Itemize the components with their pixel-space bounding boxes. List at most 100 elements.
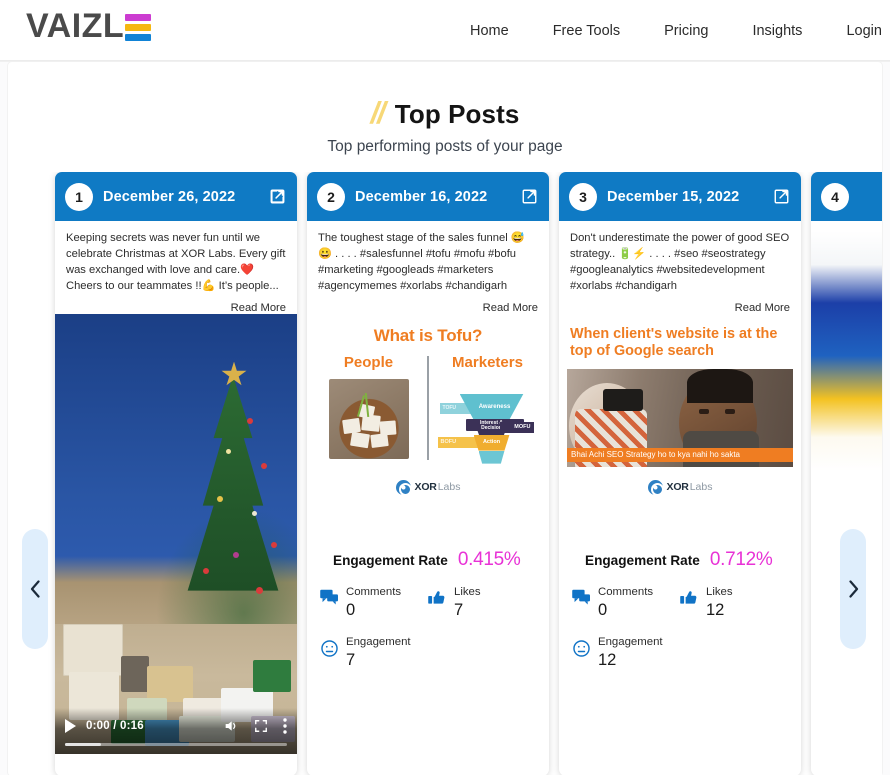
- funnel-label-awareness: Awareness: [478, 404, 511, 411]
- metric-engagement: Engagement 12: [572, 635, 680, 671]
- nav-item-login[interactable]: Login: [846, 23, 881, 39]
- graphic-column-label: People: [343, 353, 394, 371]
- xorlabs-bold-text: XOR: [666, 481, 689, 494]
- engagement-face-icon: [320, 639, 339, 663]
- metric-value: 12: [598, 650, 617, 669]
- chevron-left-icon: [30, 580, 40, 598]
- xorlabs-logo: XOR Labs: [567, 479, 793, 496]
- nav-item-insights[interactable]: Insights: [752, 23, 802, 39]
- top-navigation-bar: VAIZL Home Free Tools Pricing Insights L…: [0, 0, 890, 61]
- graphic-title: When client's website is at the top of G…: [570, 325, 778, 359]
- post-card-body: [811, 221, 882, 231]
- post-graphic: What is Tofu? People Marketers TOFU Awar…: [307, 313, 549, 539]
- funnel-label-mofu: MOFU: [499, 421, 534, 433]
- metric-label: Likes: [706, 585, 733, 598]
- graphic-column-marketers: Marketers TOFU Awareness Interest & Deci…: [434, 354, 541, 467]
- engagement-rate-label: Engagement Rate: [333, 552, 448, 568]
- metric-value: 12: [706, 600, 725, 619]
- top-posts-carousel: 1 December 26, 2022 Keeping secrets was …: [8, 172, 882, 775]
- post-card-header: 1 December 26, 2022: [55, 172, 297, 221]
- metric-label: Engagement: [346, 635, 411, 648]
- post-date: December 15, 2022: [607, 188, 740, 205]
- carousel-track: 1 December 26, 2022 Keeping secrets was …: [55, 172, 882, 775]
- engagement-rate-value: 0.712%: [709, 548, 773, 570]
- section-heading: // Top Posts Top performing posts of you…: [8, 95, 882, 156]
- read-more-link[interactable]: Read More: [66, 302, 286, 314]
- video-time: 0:00 / 0:16: [86, 719, 144, 732]
- nav-item-pricing[interactable]: Pricing: [664, 23, 708, 39]
- brand-logo-bars-icon: [125, 14, 152, 41]
- post-rank-badge: 2: [317, 182, 345, 211]
- xorlabs-bold-text: XOR: [414, 481, 437, 494]
- funnel-label-action: Action: [482, 439, 501, 446]
- metric-label: Engagement: [598, 635, 663, 648]
- metric-value: 7: [454, 600, 464, 619]
- heading-slashes-icon: //: [370, 95, 386, 130]
- external-link-icon[interactable]: [773, 188, 790, 205]
- marketing-funnel-diagram: TOFU Awareness Interest & Decision MOFU …: [437, 381, 534, 467]
- xorlabs-light-text: Labs: [689, 481, 713, 494]
- page-subtitle: Top performing posts of your page: [327, 138, 563, 155]
- graphic-column-people: People: [315, 354, 422, 467]
- nav-item-free-tools[interactable]: Free Tools: [553, 23, 620, 39]
- more-options-icon[interactable]: [283, 717, 287, 734]
- xorlabs-mark-icon: [647, 479, 664, 496]
- engagement-rate-value: 0.415%: [457, 548, 521, 570]
- brand-logo-text: VAIZL: [26, 7, 125, 45]
- post-card-body: The toughest stage of the sales funnel 😅…: [307, 221, 549, 314]
- metric-value: 0: [346, 600, 356, 619]
- external-link-icon[interactable]: [269, 188, 286, 205]
- video-progress-bar[interactable]: [65, 742, 287, 746]
- graphic-divider: [427, 355, 429, 460]
- post-card[interactable]: 2 December 16, 2022 The toughest stage o…: [307, 172, 549, 775]
- external-link-icon[interactable]: [521, 188, 538, 205]
- brand-logo[interactable]: VAIZL: [26, 7, 152, 45]
- carousel-next-button[interactable]: [840, 529, 866, 649]
- post-video[interactable]: 0:00 / 0:16: [55, 313, 297, 754]
- video-controls[interactable]: 0:00 / 0:16: [55, 707, 297, 754]
- post-rank-badge: 3: [569, 182, 597, 211]
- engagement-rate-label: Engagement Rate: [585, 552, 700, 568]
- xorlabs-light-text: Labs: [437, 481, 461, 494]
- video-frame-image: [55, 313, 297, 754]
- metric-label: Comments: [346, 585, 402, 598]
- play-button[interactable]: [65, 718, 76, 733]
- post-text: The toughest stage of the sales funnel 😅…: [318, 232, 525, 292]
- graphic-column-label: Marketers: [452, 353, 523, 371]
- content-panel: // Top Posts Top performing posts of you…: [8, 62, 882, 775]
- nav-links: Home Free Tools Pricing Insights Login: [470, 0, 882, 61]
- chevron-right-icon: [848, 580, 858, 598]
- post-card-header: 2 December 16, 2022: [307, 172, 549, 221]
- post-card[interactable]: 3 December 15, 2022 Don't underestimate …: [559, 172, 801, 775]
- post-rank-badge: 1: [65, 182, 93, 211]
- post-card-body: Don't underestimate the power of good SE…: [559, 221, 801, 314]
- metric-engagement: Engagement 7: [320, 635, 428, 671]
- metric-likes: Likes 7: [428, 585, 536, 621]
- read-more-link[interactable]: Read More: [318, 302, 538, 314]
- xorlabs-logo: XOR Labs: [315, 479, 541, 496]
- engagement-face-icon: [572, 639, 591, 663]
- volume-icon[interactable]: [223, 718, 239, 734]
- metric-value: 0: [598, 600, 608, 619]
- nav-item-home[interactable]: Home: [470, 23, 509, 39]
- carousel-prev-button[interactable]: [22, 529, 48, 649]
- read-more-link[interactable]: Read More: [570, 302, 790, 314]
- post-text: Keeping secrets was never fun until we c…: [66, 232, 286, 292]
- page-background: // Top Posts Top performing posts of you…: [0, 61, 890, 775]
- post-card-header: 3 December 15, 2022: [559, 172, 801, 221]
- fullscreen-icon[interactable]: [254, 719, 268, 733]
- comments-icon: [572, 589, 591, 611]
- page-title: Top Posts: [394, 99, 520, 129]
- comments-icon: [320, 589, 339, 611]
- like-thumb-icon: [428, 589, 447, 611]
- meme-caption: Bhai Achi SEO Strategy ho to kya nahi ho…: [567, 447, 793, 462]
- metric-comments: Comments 0: [320, 585, 428, 621]
- post-metrics: Engagement Rate 0.415% Comments 0 Likes …: [307, 539, 549, 671]
- post-card-partial[interactable]: 4: [811, 172, 882, 775]
- metric-comments: Comments 0: [572, 585, 680, 621]
- post-card-header: 4: [811, 172, 882, 221]
- post-date: December 26, 2022: [103, 188, 236, 205]
- graphic-title: What is Tofu?: [373, 325, 483, 345]
- metric-placeholder: [428, 635, 536, 671]
- post-card[interactable]: 1 December 26, 2022 Keeping secrets was …: [55, 172, 297, 775]
